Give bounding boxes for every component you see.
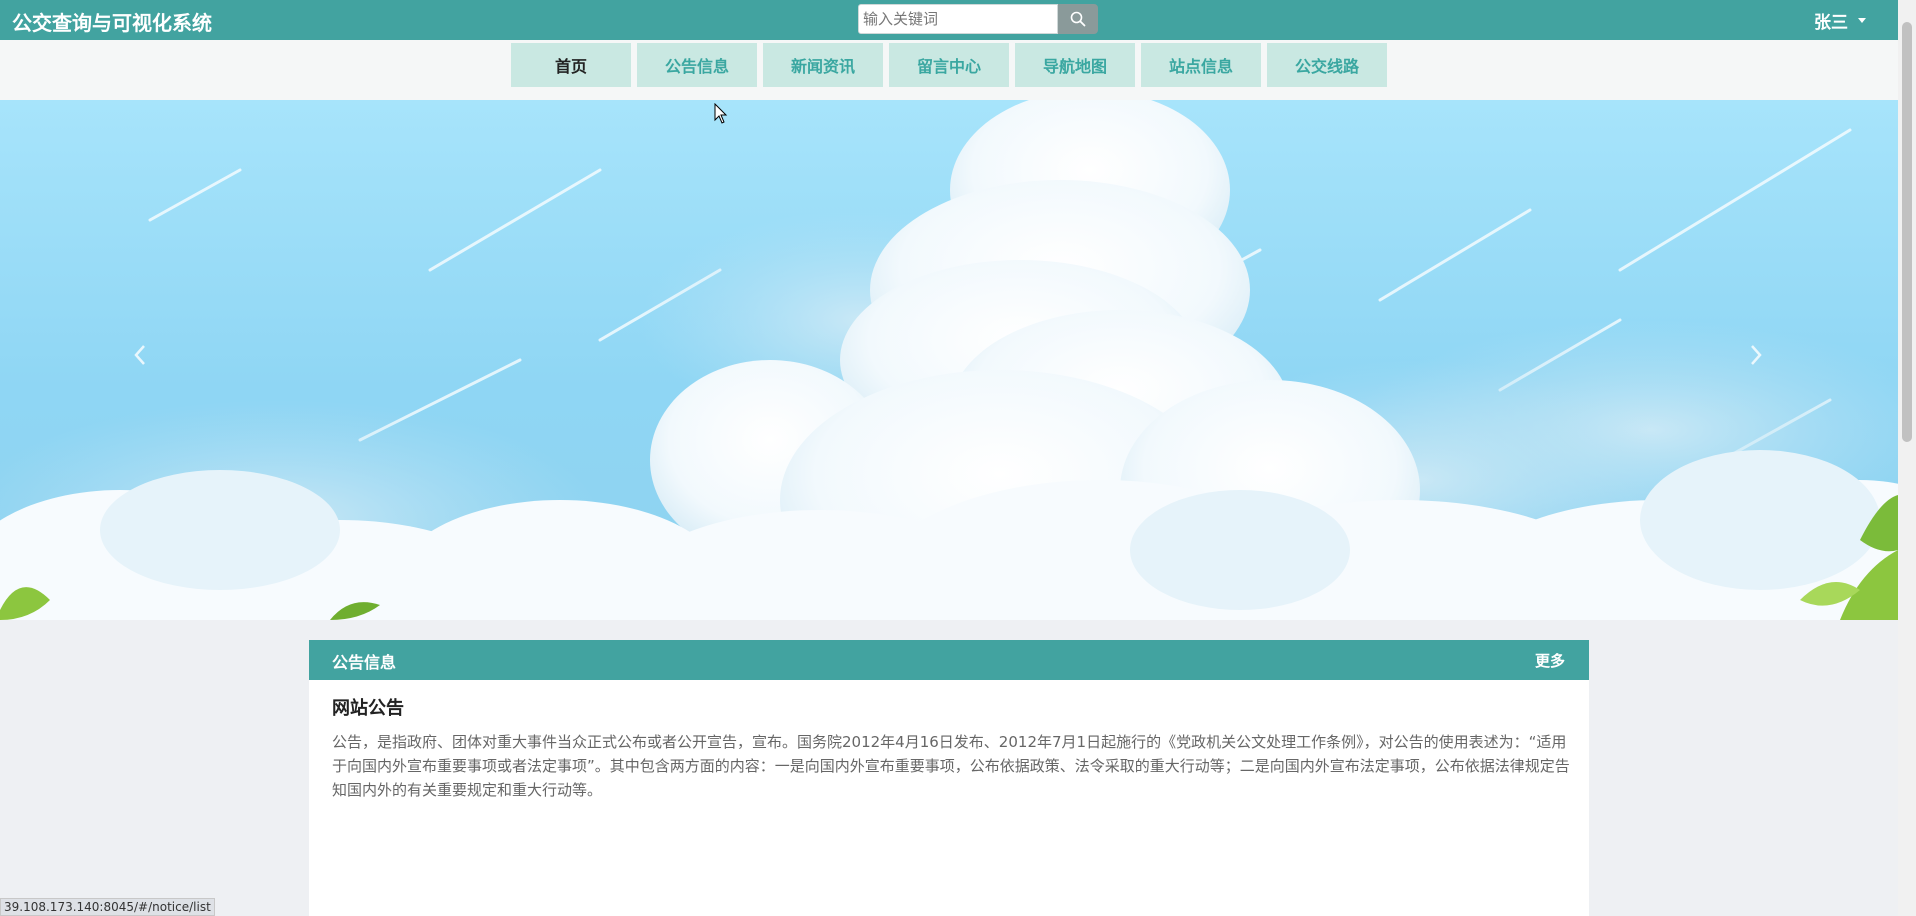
search-input[interactable] (858, 4, 1058, 34)
user-name: 张三 (1814, 13, 1848, 33)
carousel-next-button[interactable] (1746, 340, 1766, 370)
notice-body: 公告，是指政府、团体对重大事件当众正式公布或者公开宣告，宣布。国务院2012年4… (332, 733, 1570, 799)
search-button[interactable] (1058, 4, 1098, 34)
nav-item-stations[interactable]: 站点信息 (1141, 43, 1261, 87)
nav-item-news[interactable]: 新闻资讯 (763, 43, 883, 87)
nav-item-notice[interactable]: 公告信息 (637, 43, 757, 87)
search-icon (1070, 11, 1086, 27)
mouse-cursor-icon (714, 103, 728, 124)
chevron-down-icon (1858, 18, 1866, 23)
nav-list: 首页 公告信息 新闻资讯 留言中心 导航地图 站点信息 公交线路 (511, 43, 1387, 87)
chevron-right-icon (1751, 345, 1762, 365)
nav-item-map[interactable]: 导航地图 (1015, 43, 1135, 87)
notice-panel-header: 公告信息 更多 (309, 640, 1589, 680)
nav-item-home[interactable]: 首页 (511, 43, 631, 87)
chevron-left-icon (134, 345, 145, 365)
site-title: 公交查询与可视化系统 (12, 11, 212, 35)
page-scrollbar[interactable] (1898, 0, 1916, 916)
top-header: 公交查询与可视化系统 张三 (0, 0, 1898, 40)
search-box (858, 4, 1098, 36)
user-menu[interactable]: 张三 (1814, 8, 1866, 33)
notice-title[interactable]: 网站公告 (332, 694, 404, 720)
nav-item-routes[interactable]: 公交线路 (1267, 43, 1387, 87)
nav-item-messages[interactable]: 留言中心 (889, 43, 1009, 87)
banner-image (0, 100, 1898, 620)
scrollbar-thumb[interactable] (1902, 22, 1912, 442)
more-link[interactable]: 更多 (1535, 650, 1565, 671)
notice-panel-title: 公告信息 (332, 653, 397, 672)
main-nav: 首页 公告信息 新闻资讯 留言中心 导航地图 站点信息 公交线路 (0, 40, 1898, 100)
carousel-prev-button[interactable] (130, 340, 150, 370)
notice-panel: 公告信息 更多 网站公告 公告，是指政府、团体对重大事件当众正式公布或者公开宣告… (309, 640, 1589, 916)
status-url: 39.108.173.140:8045/#/notice/list (0, 898, 215, 916)
banner-carousel[interactable] (0, 100, 1898, 620)
